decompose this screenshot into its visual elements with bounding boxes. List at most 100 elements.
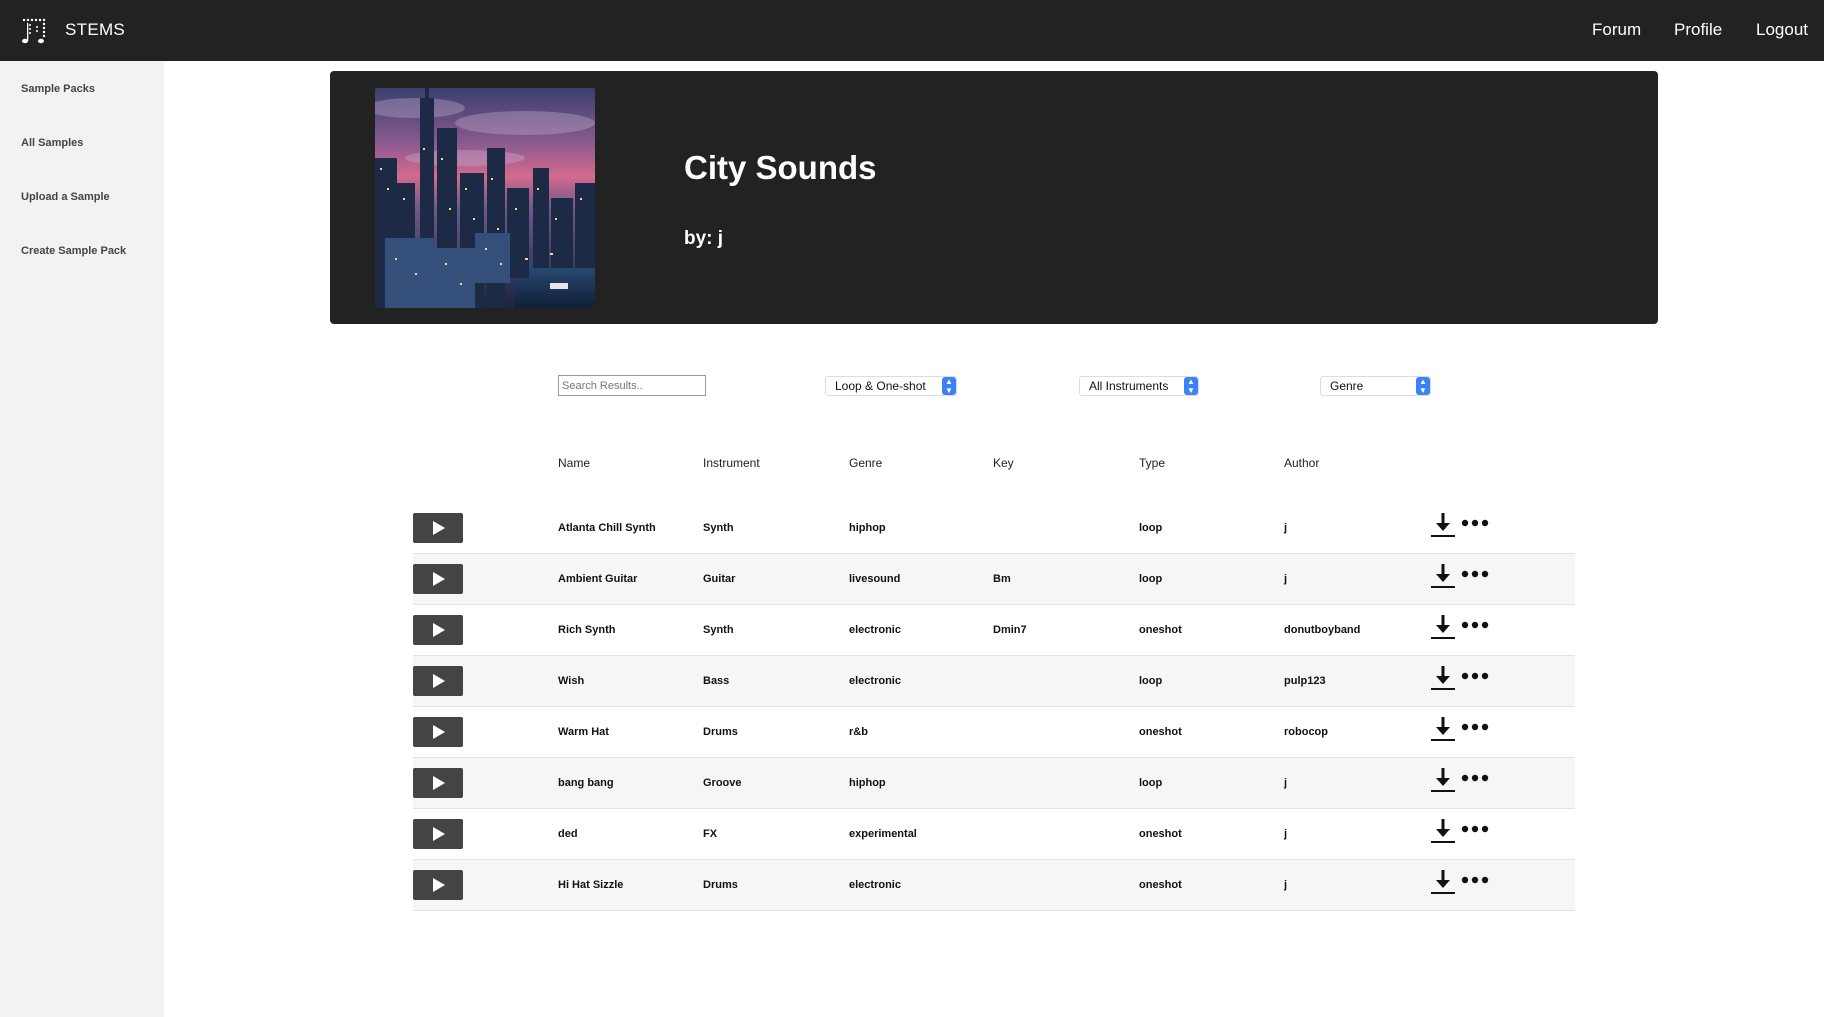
- cell-key: Dmin7: [993, 624, 1027, 636]
- cell-name: Rich Synth: [558, 624, 616, 636]
- nav-forum-link[interactable]: Forum: [1592, 20, 1641, 40]
- pack-title: City Sounds: [684, 149, 877, 186]
- download-icon[interactable]: [1430, 664, 1456, 692]
- cell-instrument: Synth: [703, 522, 734, 534]
- cell-type: loop: [1139, 777, 1163, 789]
- type-select-value: Loop & One-shot: [835, 379, 926, 393]
- table-row: Wish Bass electronic loop pulp123: [413, 656, 1575, 707]
- column-header-key: Key: [993, 456, 1014, 470]
- cell-author: j: [1284, 777, 1288, 789]
- cell-type: oneshot: [1139, 624, 1182, 636]
- search-input[interactable]: [558, 375, 706, 396]
- play-button[interactable]: [413, 870, 463, 900]
- genre-select-value: Genre: [1330, 379, 1364, 393]
- cell-name: Atlanta Chill Synth: [558, 522, 656, 534]
- play-button[interactable]: [413, 615, 463, 645]
- table-row: Hi Hat Sizzle Drums electronic oneshot j: [413, 860, 1575, 911]
- play-button[interactable]: [413, 768, 463, 798]
- sidebar: Sample Packs All Samples Upload a Sample…: [0, 61, 164, 1017]
- more-options-icon[interactable]: [1461, 666, 1489, 686]
- cell-instrument: Drums: [703, 879, 738, 891]
- column-header-genre: Genre: [849, 456, 883, 470]
- select-arrows-icon: ▲ ▼: [1416, 377, 1430, 395]
- cell-name: Ambient Guitar: [558, 573, 638, 585]
- download-icon[interactable]: [1430, 511, 1456, 539]
- more-options-icon[interactable]: [1461, 564, 1489, 584]
- cell-genre: r&b: [849, 726, 868, 738]
- cell-genre: electronic: [849, 675, 901, 687]
- table-row: Ambient Guitar Guitar livesound Bm loop j: [413, 554, 1575, 605]
- sidebar-item-all-samples[interactable]: All Samples: [21, 137, 83, 149]
- cell-type: loop: [1139, 675, 1163, 687]
- cell-type: loop: [1139, 573, 1163, 585]
- more-options-icon[interactable]: [1461, 819, 1489, 839]
- city-skyline-image: [375, 88, 595, 308]
- download-icon[interactable]: [1430, 715, 1456, 743]
- cell-name: Wish: [558, 675, 585, 687]
- cell-genre: experimental: [849, 828, 917, 840]
- nav-profile-link[interactable]: Profile: [1674, 20, 1722, 40]
- play-button[interactable]: [413, 819, 463, 849]
- brand-name[interactable]: STEMS: [65, 20, 125, 40]
- nav-logout-link[interactable]: Logout: [1756, 20, 1808, 40]
- download-icon[interactable]: [1430, 613, 1456, 641]
- genre-select[interactable]: Genre ▲ ▼: [1320, 376, 1431, 396]
- cell-name: Warm Hat: [558, 726, 609, 738]
- play-button[interactable]: [413, 717, 463, 747]
- cell-author: j: [1284, 522, 1288, 534]
- table-row: ded FX experimental oneshot j: [413, 809, 1575, 860]
- download-icon[interactable]: [1430, 766, 1456, 794]
- instrument-select-value: All Instruments: [1089, 379, 1169, 393]
- cell-author: robocop: [1284, 726, 1328, 738]
- download-icon[interactable]: [1430, 817, 1456, 845]
- instrument-select[interactable]: All Instruments ▲ ▼: [1079, 376, 1199, 396]
- column-header-name: Name: [558, 456, 591, 470]
- more-options-icon[interactable]: [1461, 513, 1489, 533]
- cell-genre: livesound: [849, 573, 901, 585]
- cell-instrument: Guitar: [703, 573, 736, 585]
- more-options-icon[interactable]: [1461, 768, 1489, 788]
- cell-name: Hi Hat Sizzle: [558, 879, 624, 891]
- select-arrows-icon: ▲ ▼: [1184, 377, 1198, 395]
- play-button[interactable]: [413, 513, 463, 543]
- music-dots-logo-icon[interactable]: [20, 17, 48, 45]
- cell-genre: electronic: [849, 879, 901, 891]
- cell-name: bang bang: [558, 777, 614, 789]
- select-arrows-icon: ▲ ▼: [942, 377, 956, 395]
- cell-genre: hiphop: [849, 522, 886, 534]
- sidebar-item-sample-packs[interactable]: Sample Packs: [21, 83, 95, 95]
- more-options-icon[interactable]: [1461, 717, 1489, 737]
- cell-name: ded: [558, 828, 578, 840]
- column-header-author: Author: [1284, 456, 1320, 470]
- sidebar-item-upload-sample[interactable]: Upload a Sample: [21, 191, 110, 203]
- sidebar-item-create-sample-pack[interactable]: Create Sample Pack: [21, 245, 126, 257]
- play-button[interactable]: [413, 564, 463, 594]
- table-row: Warm Hat Drums r&b oneshot robocop: [413, 707, 1575, 758]
- cell-genre: hiphop: [849, 777, 886, 789]
- table-row: Atlanta Chill Synth Synth hiphop loop j: [413, 503, 1575, 554]
- cell-author: j: [1284, 573, 1288, 585]
- download-icon[interactable]: [1430, 868, 1456, 896]
- cell-instrument: Bass: [703, 675, 730, 687]
- cell-author: j: [1284, 828, 1288, 840]
- download-icon[interactable]: [1430, 562, 1456, 590]
- cell-instrument: FX: [703, 828, 718, 840]
- pack-header: City Sounds by: j: [330, 71, 1658, 324]
- column-header-instrument: Instrument: [703, 456, 760, 470]
- cell-genre: electronic: [849, 624, 901, 636]
- cell-instrument: Drums: [703, 726, 738, 738]
- table-row: Rich Synth Synth electronic Dmin7 oneshot don…: [413, 605, 1575, 656]
- cell-author: donutboyband: [1284, 624, 1361, 636]
- cell-instrument: Groove: [703, 777, 742, 789]
- cell-type: loop: [1139, 522, 1163, 534]
- table-row: bang bang Groove hiphop loop j: [413, 758, 1575, 809]
- type-select[interactable]: Loop & One-shot ▲ ▼: [825, 376, 957, 396]
- cell-key: Bm: [993, 573, 1011, 585]
- top-bar: STEMS Forum Profile Logout: [0, 0, 1824, 61]
- cell-type: oneshot: [1139, 828, 1182, 840]
- cell-instrument: Synth: [703, 624, 734, 636]
- more-options-icon[interactable]: [1461, 870, 1489, 890]
- pack-author[interactable]: by: j: [684, 228, 723, 250]
- play-button[interactable]: [413, 666, 463, 696]
- more-options-icon[interactable]: [1461, 615, 1489, 635]
